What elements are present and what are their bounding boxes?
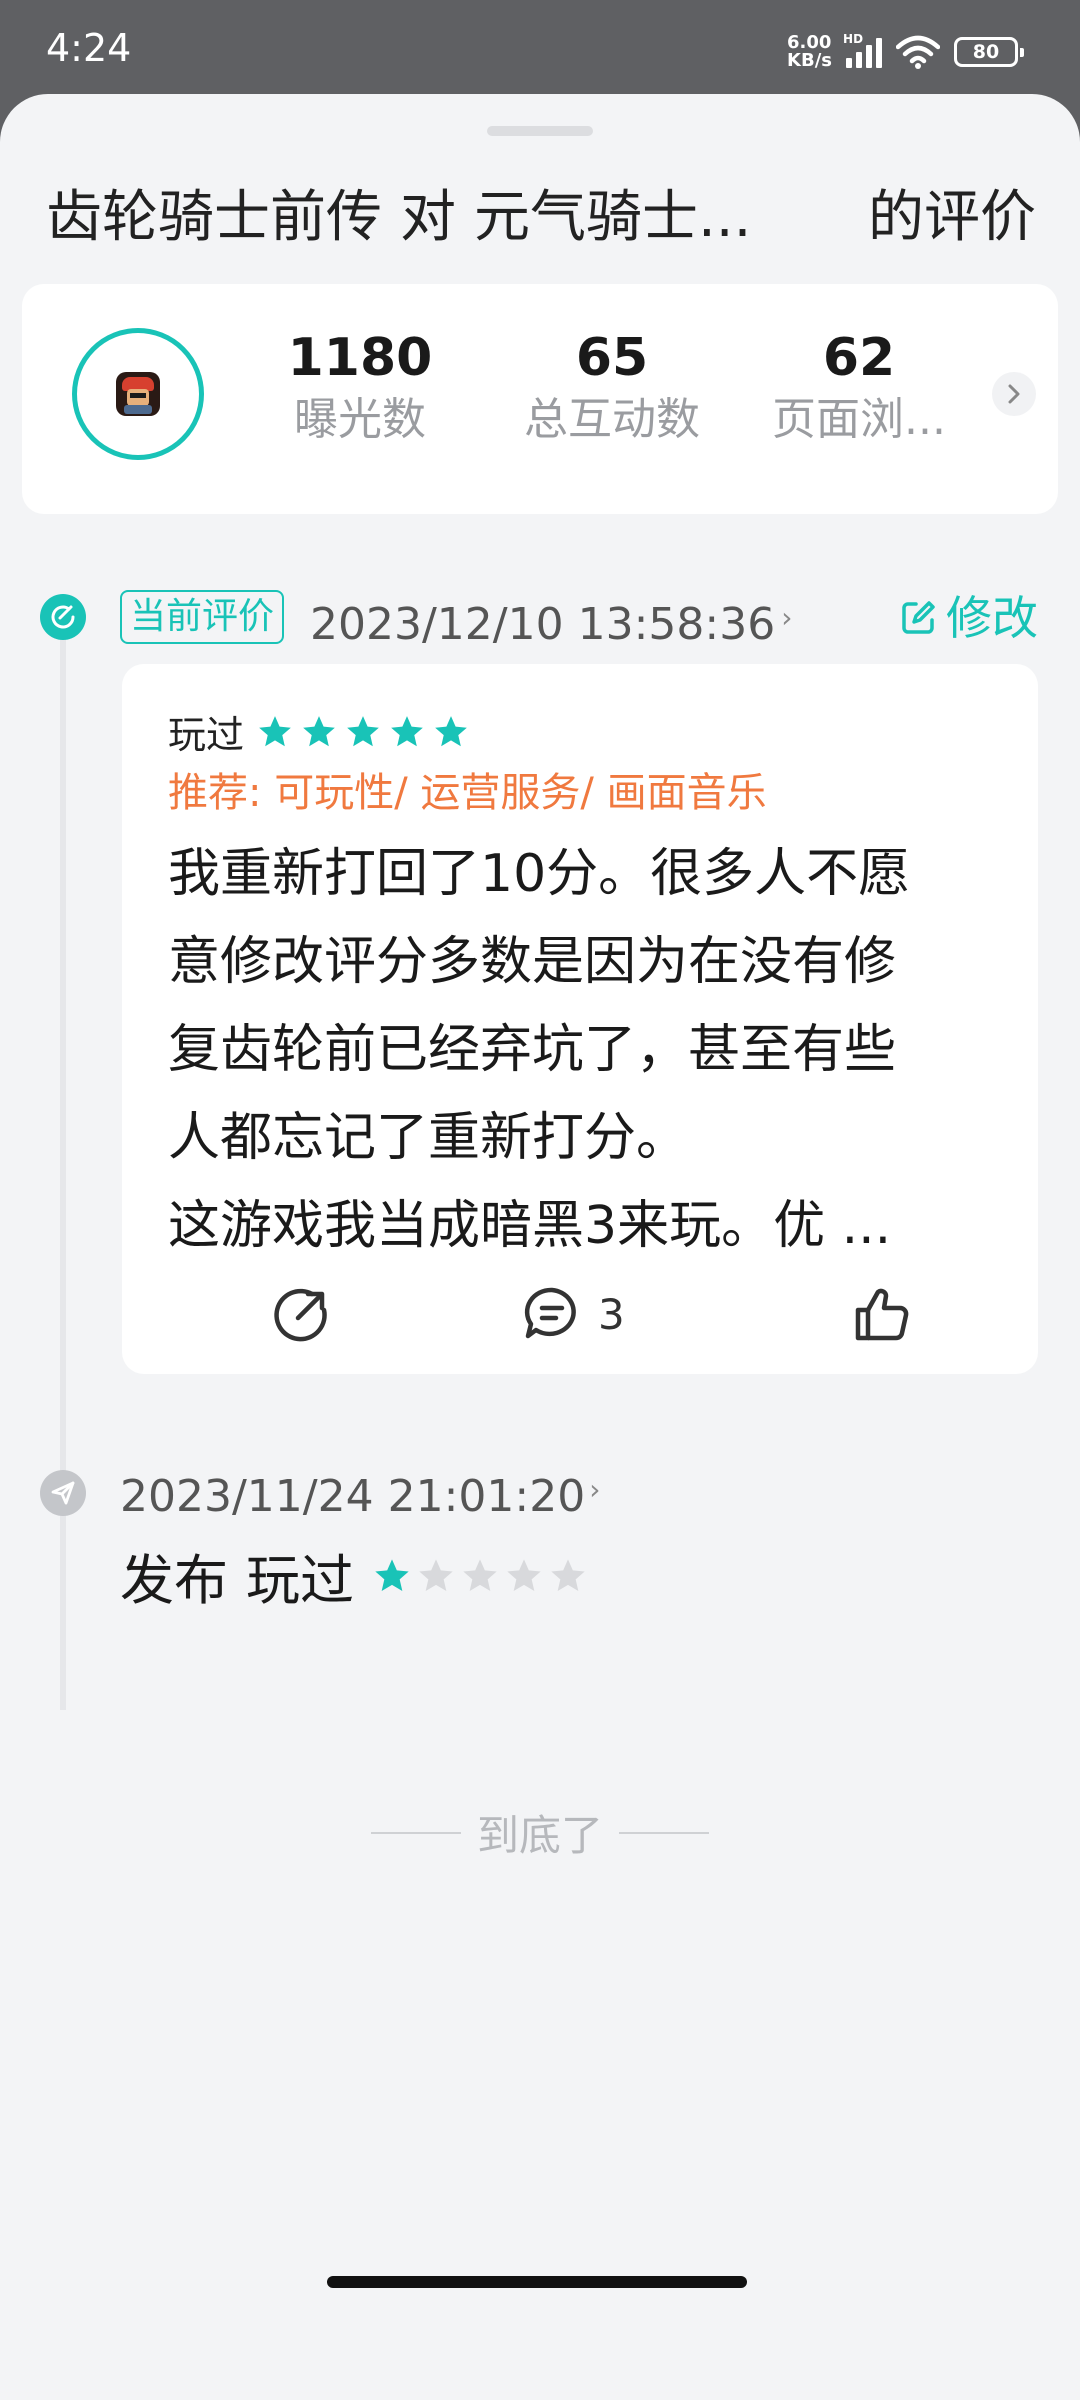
edit-label: 修改 <box>946 591 1038 645</box>
end-label: 到底了 <box>476 1811 603 1860</box>
game-avatar <box>72 328 204 460</box>
network-speed-unit: KB/s <box>787 50 832 71</box>
home-indicator[interactable] <box>327 2276 747 2288</box>
battery-icon: 80 <box>954 37 1024 67</box>
comment-icon <box>524 1287 576 1339</box>
edit-review-button[interactable]: 修改 <box>898 588 1038 648</box>
rating-stars <box>256 713 470 751</box>
review-line: 复齿轮前已经弃坑了，甚至有些 <box>168 1020 897 1080</box>
chevron-right-icon <box>1008 384 1020 404</box>
play-status: 玩过 <box>168 713 245 757</box>
title-suffix: 的评价 <box>868 184 1036 250</box>
stat-interactions: 65 总互动数 <box>512 326 712 450</box>
stat-label: 页面浏... <box>772 394 946 445</box>
star-icon <box>391 715 423 746</box>
review-header: 玩过 <box>168 704 470 759</box>
divider <box>619 1831 709 1834</box>
stat-label: 总互动数 <box>524 394 700 445</box>
game-icon <box>116 372 160 416</box>
status-bar: 4:24 6.00 KB/s HD 80 <box>0 0 1080 100</box>
publish-timeline-icon <box>40 1470 86 1516</box>
timeline-line <box>60 634 66 1710</box>
review-line: 意修改评分多数是因为在没有修 <box>168 932 897 992</box>
edit-timeline-icon <box>40 594 86 640</box>
review-time[interactable]: 2023/12/10 13:58:36 › <box>310 588 792 655</box>
star-icon <box>507 1558 541 1591</box>
star-icon <box>419 1558 453 1591</box>
status-time: 4:24 <box>46 26 132 70</box>
publish-action: 发布 <box>120 1549 228 1612</box>
publish-time[interactable]: 2023/11/24 21:01:20 › <box>120 1460 600 1527</box>
signal-icon <box>846 36 882 68</box>
publish-summary: 发布 玩过 <box>120 1536 588 1615</box>
review-line: 人都忘记了重新打分。 <box>168 1108 689 1168</box>
review-card[interactable]: 玩过 推荐: 可玩性/ 运营服务/ 画面音乐 我重新打回了10分。很多人不愿 意… <box>122 664 1038 1374</box>
recommend-tags: 推荐: 可玩性/ 运营服务/ 画面音乐 <box>168 770 767 816</box>
star-icon <box>435 715 467 746</box>
like-button[interactable] <box>852 1284 912 1344</box>
end-of-list: 到底了 <box>0 1802 1080 1863</box>
game-name: 齿轮骑士前传 <box>46 184 382 250</box>
comment-count: 3 <box>598 1289 625 1339</box>
stat-page-views: 62 页面浏... <box>744 326 974 450</box>
battery-level: 80 <box>972 41 1000 63</box>
title-connector: 对 <box>400 184 456 250</box>
star-icon <box>551 1558 585 1591</box>
current-review-tag: 当前评价 <box>120 590 285 644</box>
divider <box>370 1831 461 1834</box>
star-icon <box>375 1558 409 1591</box>
star-icon <box>463 1558 497 1591</box>
stats-more-button[interactable] <box>992 372 1036 416</box>
publish-time-text: 2023/11/24 21:01:20 <box>120 1471 586 1522</box>
review-line: 这游戏我当成暗黑3来玩。优 ... <box>168 1196 892 1256</box>
thumbs-up-icon <box>855 1288 909 1341</box>
chevron-right-icon: › <box>589 1473 601 1506</box>
star-icon <box>259 715 291 746</box>
stat-value: 62 <box>822 328 896 388</box>
stat-value: 65 <box>575 328 649 388</box>
network-speed: 6.00 KB/s HD <box>787 32 863 71</box>
status-icons: 6.00 KB/s HD 80 <box>787 30 1024 74</box>
review-content[interactable]: 我重新打回了10分。很多人不愿 意修改评分多数是因为在没有修 复齿轮前已经弃坑了… <box>168 830 968 1270</box>
star-icon <box>347 715 379 746</box>
edit-icon <box>902 601 935 634</box>
wifi-icon <box>896 35 940 69</box>
target-game-name: 元气骑士... <box>474 184 752 250</box>
chevron-right-icon: › <box>781 601 793 634</box>
comment-button[interactable]: 3 <box>522 1284 625 1344</box>
drag-handle[interactable] <box>487 126 593 136</box>
stat-value: 1180 <box>287 328 433 388</box>
share-button[interactable] <box>272 1284 332 1344</box>
stat-exposure: 1180 曝光数 <box>260 326 460 450</box>
share-icon <box>274 1288 327 1342</box>
review-time-text: 2023/12/10 13:58:36 <box>310 599 776 650</box>
star-icon <box>303 715 335 746</box>
sheet-title: 齿轮骑士前传 对 元气骑士... 的评价 <box>46 172 1036 252</box>
review-history-sheet: 齿轮骑士前传 对 元气骑士... 的评价 1180 曝光数 65 总互动数 62… <box>0 94 1080 2400</box>
publish-status: 玩过 <box>246 1549 354 1612</box>
rating-stars <box>372 1556 588 1596</box>
review-actions: 3 <box>122 1274 1038 1354</box>
stat-label: 曝光数 <box>294 394 426 445</box>
review-line: 我重新打回了10分。很多人不愿 <box>168 844 911 904</box>
stats-card[interactable]: 1180 曝光数 65 总互动数 62 页面浏... <box>22 284 1058 514</box>
